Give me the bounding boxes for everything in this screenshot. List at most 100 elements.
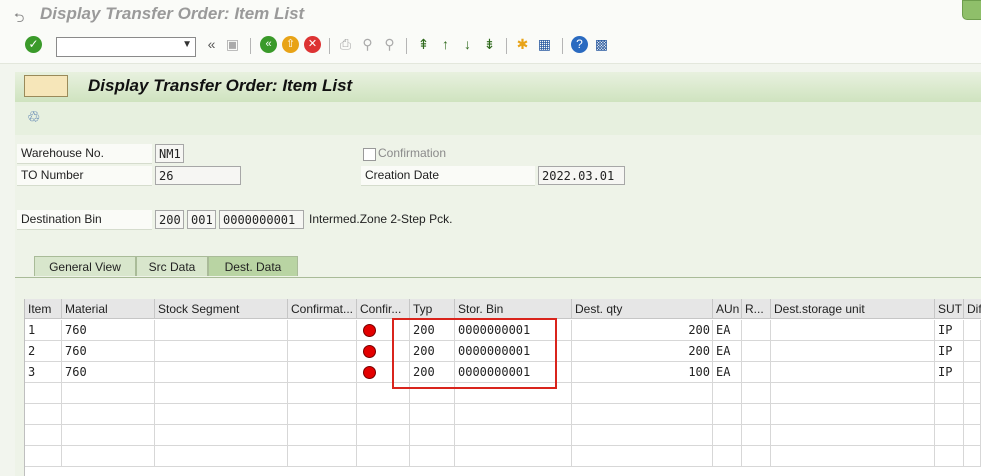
cell-dif[interactable] xyxy=(964,320,981,341)
cell-aun[interactable] xyxy=(713,425,742,446)
cell-material[interactable] xyxy=(62,446,155,467)
col-header-confirmation[interactable]: Confirmat... xyxy=(288,299,357,319)
col-header-dest-storage-unit[interactable]: Dest.storage unit xyxy=(771,299,935,319)
cell-status[interactable] xyxy=(357,404,410,425)
col-header-material[interactable]: Material xyxy=(62,299,155,319)
dest-bin-field[interactable]: 0000000001 xyxy=(219,210,304,229)
cell-material[interactable] xyxy=(62,404,155,425)
cell-confirmation[interactable] xyxy=(288,383,357,404)
menu-exit-icon[interactable]: ⮌ xyxy=(14,9,24,31)
col-header-typ[interactable]: Typ xyxy=(410,299,455,319)
cell-confirmation[interactable] xyxy=(288,341,357,362)
cell-dif[interactable] xyxy=(964,383,981,404)
cell-material[interactable] xyxy=(62,383,155,404)
cell-item[interactable] xyxy=(25,404,62,425)
col-header-r[interactable]: R... xyxy=(742,299,771,319)
cell-dif[interactable] xyxy=(964,341,981,362)
save-icon[interactable]: ▣ xyxy=(224,36,241,53)
to-number-field[interactable]: 26 xyxy=(155,166,241,185)
next-page-icon[interactable]: ↓ xyxy=(459,36,476,53)
cell-sut[interactable]: IP xyxy=(935,362,964,383)
col-header-dest-qty[interactable]: Dest. qty xyxy=(572,299,713,319)
cell-stock-segment[interactable] xyxy=(155,362,288,383)
cell-r[interactable] xyxy=(742,383,771,404)
cell-sut[interactable]: IP xyxy=(935,320,964,341)
customize-icon[interactable]: ▩ xyxy=(593,36,610,53)
cell-dest-qty[interactable] xyxy=(572,383,713,404)
window-corner-button[interactable] xyxy=(962,0,981,20)
cell-typ[interactable] xyxy=(410,446,455,467)
cancel-icon[interactable]: ✕ xyxy=(304,36,321,53)
cell-status[interactable] xyxy=(357,446,410,467)
cell-r[interactable] xyxy=(742,341,771,362)
tab-general-view[interactable]: General View xyxy=(34,256,136,276)
cell-confirmation[interactable] xyxy=(288,425,357,446)
find-icon[interactable]: ⚲ xyxy=(359,36,376,53)
find-next-icon[interactable]: ⚲ xyxy=(381,36,398,53)
back-double-icon[interactable]: « xyxy=(203,36,220,53)
cell-sut[interactable] xyxy=(935,383,964,404)
chevron-down-icon[interactable]: ▼ xyxy=(182,39,192,50)
cell-aun[interactable] xyxy=(713,446,742,467)
cell-r[interactable] xyxy=(742,320,771,341)
help-icon[interactable]: ? xyxy=(571,36,588,53)
print-icon[interactable]: ⎙ xyxy=(337,36,354,53)
cell-dest-qty[interactable] xyxy=(572,446,713,467)
tab-src-data[interactable]: Src Data xyxy=(136,256,208,276)
create-session-icon[interactable]: ✱ xyxy=(514,36,531,53)
col-header-item[interactable]: Item xyxy=(25,299,62,319)
cell-stock-segment[interactable] xyxy=(155,425,288,446)
cell-r[interactable] xyxy=(742,404,771,425)
cell-dest-storage-unit[interactable] xyxy=(771,446,935,467)
cell-typ[interactable] xyxy=(410,404,455,425)
cell-aun[interactable]: EA xyxy=(713,320,742,341)
cell-dif[interactable] xyxy=(964,362,981,383)
cell-dest-qty[interactable]: 200 xyxy=(572,320,713,341)
cell-item[interactable] xyxy=(25,425,62,446)
cell-confirmation[interactable] xyxy=(288,404,357,425)
col-header-aun[interactable]: AUn xyxy=(713,299,742,319)
back-icon[interactable]: « xyxy=(260,36,277,53)
cell-sut[interactable]: IP xyxy=(935,341,964,362)
tab-dest-data[interactable]: Dest. Data xyxy=(208,256,298,276)
cell-stor-bin[interactable] xyxy=(455,446,572,467)
cell-stor-bin[interactable] xyxy=(455,425,572,446)
col-header-sut[interactable]: SUT xyxy=(935,299,964,319)
cell-sut[interactable] xyxy=(935,446,964,467)
cell-item[interactable] xyxy=(25,446,62,467)
cell-dest-storage-unit[interactable] xyxy=(771,341,935,362)
cell-status[interactable] xyxy=(357,425,410,446)
cell-dest-storage-unit[interactable] xyxy=(771,383,935,404)
cell-item[interactable]: 3 xyxy=(25,362,62,383)
cell-dest-qty[interactable] xyxy=(572,404,713,425)
col-header-dif[interactable]: Dif xyxy=(964,299,981,319)
col-header-confirmed[interactable]: Confir... xyxy=(357,299,410,319)
cell-dest-storage-unit[interactable] xyxy=(771,404,935,425)
cell-dest-storage-unit[interactable] xyxy=(771,320,935,341)
cell-confirmation[interactable] xyxy=(288,362,357,383)
last-page-icon[interactable]: ⇟ xyxy=(481,36,498,53)
cell-aun[interactable]: EA xyxy=(713,362,742,383)
cell-dest-storage-unit[interactable] xyxy=(771,362,935,383)
cell-sut[interactable] xyxy=(935,425,964,446)
cell-dif[interactable] xyxy=(964,446,981,467)
confirmation-checkbox[interactable] xyxy=(363,148,376,161)
command-field[interactable]: ▼ xyxy=(56,37,196,57)
cell-dest-qty[interactable]: 100 xyxy=(572,362,713,383)
cell-aun[interactable] xyxy=(713,383,742,404)
warehouse-field[interactable]: NM1 xyxy=(155,144,184,163)
creation-date-field[interactable]: 2022.03.01 xyxy=(538,166,625,185)
cell-stock-segment[interactable] xyxy=(155,341,288,362)
cell-material[interactable]: 760 xyxy=(62,320,155,341)
exit-icon[interactable]: ⇧ xyxy=(282,36,299,53)
display-header-icon[interactable]: ♲ xyxy=(27,108,40,126)
first-page-icon[interactable]: ⇞ xyxy=(415,36,432,53)
cell-dif[interactable] xyxy=(964,404,981,425)
dest-bin-type-field[interactable]: 200 xyxy=(155,210,184,229)
col-header-stor-bin[interactable]: Stor. Bin xyxy=(455,299,572,319)
prev-page-icon[interactable]: ↑ xyxy=(437,36,454,53)
cell-confirmation[interactable] xyxy=(288,446,357,467)
cell-material[interactable] xyxy=(62,425,155,446)
cell-typ[interactable] xyxy=(410,425,455,446)
cell-aun[interactable]: EA xyxy=(713,341,742,362)
